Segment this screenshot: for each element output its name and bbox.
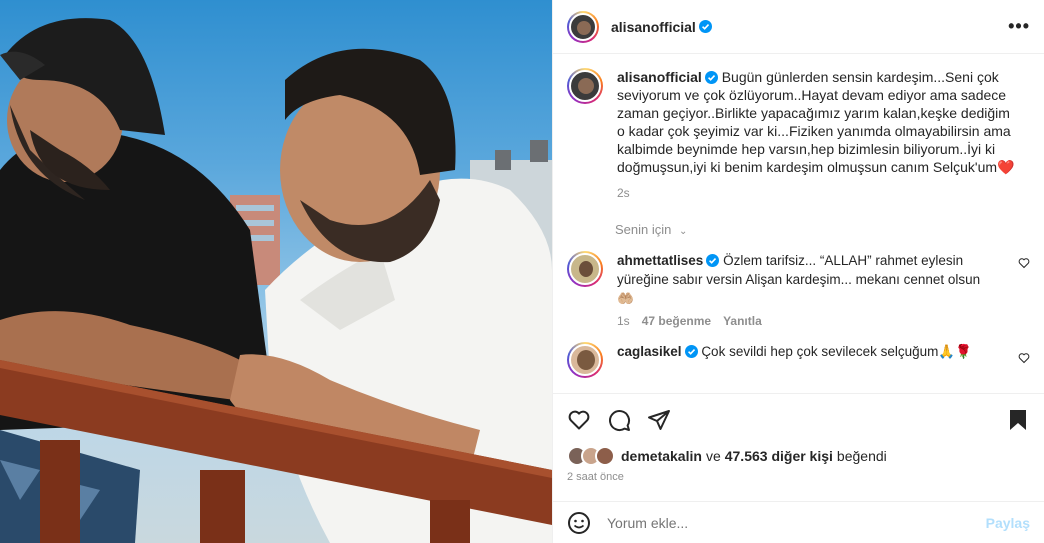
comment-text: Çok sevildi hep çok sevilecek selçuğum [701, 344, 939, 359]
emoji-smiley-icon[interactable] [567, 511, 591, 535]
post-actions-bar [553, 393, 1044, 445]
chevron-down-icon: ⌄ [679, 226, 688, 237]
like-comment-heart-icon[interactable] [1018, 257, 1030, 269]
more-options-icon[interactable]: ••• [1008, 16, 1030, 37]
liker-username[interactable]: demetakalin [621, 448, 702, 464]
author-avatar[interactable] [567, 10, 599, 43]
comment-bubble-icon[interactable] [607, 408, 631, 432]
caption-meta: 2s [617, 186, 1017, 200]
liker-avatar [595, 446, 615, 466]
comment-filter-label: Senin için [615, 222, 672, 237]
share-send-icon[interactable] [647, 408, 671, 432]
post-comment-button[interactable]: Paylaş [986, 515, 1030, 531]
commenter-username[interactable]: ahmettatlises [617, 253, 703, 268]
post-photo[interactable] [0, 0, 552, 543]
post-header: alisanofficial ••• [553, 0, 1044, 54]
comment-item: caglasikel Çok sevildi hep çok sevilecek… [567, 342, 1030, 378]
comment-emoji: 🙏🌹 [938, 344, 973, 359]
commenter-avatar[interactable] [567, 342, 603, 378]
add-comment-bar: Paylaş [553, 501, 1044, 543]
comment-meta: 1s 47 beğenme Yanıtla [617, 314, 1002, 328]
liker-avatars [567, 446, 615, 466]
caption-username[interactable]: alisanofficial [617, 69, 702, 85]
comment-item: ahmettatlises Özlem tarifsiz... “ALLAH” … [567, 251, 1030, 328]
comments-scroll-area[interactable]: alisanofficial Bugün günlerden sensin ka… [553, 54, 1044, 393]
like-comment-heart-icon[interactable] [1018, 352, 1030, 364]
likes-summary: demetakalin ve 47.563 diğer kişi beğendi [553, 445, 1044, 467]
comment-emoji: 🤲🏼 [617, 291, 634, 306]
bookmark-save-icon[interactable] [1006, 408, 1030, 432]
likes-others-count[interactable]: 47.563 diğer kişi [725, 448, 833, 464]
likes-suffix: beğendi [836, 448, 887, 464]
verified-badge-icon [706, 254, 720, 267]
commenter-username[interactable]: caglasikel [617, 344, 682, 359]
verified-badge-icon [684, 345, 698, 358]
likes-connector: ve [705, 448, 721, 464]
comment-likes[interactable]: 47 beğenme [642, 314, 711, 328]
reply-button[interactable]: Yanıtla [723, 314, 762, 328]
photo-illustration [0, 18, 552, 543]
verified-badge-icon [704, 71, 718, 84]
author-username[interactable]: alisanofficial [611, 19, 696, 35]
caption-author-avatar[interactable] [567, 68, 603, 104]
red-heart-emoji: ❤️ [997, 159, 1015, 175]
like-heart-icon[interactable] [567, 408, 591, 432]
comment-filter-dropdown[interactable]: Senin için ⌄ [615, 222, 1030, 237]
post-timestamp[interactable]: 2 saat önce [553, 467, 1044, 493]
add-comment-input[interactable] [607, 514, 986, 531]
commenter-avatar[interactable] [567, 251, 603, 287]
post-side-panel: alisanofficial ••• alisanofficial Bugün … [552, 0, 1044, 543]
post-caption: alisanofficial Bugün günlerden sensin ka… [567, 68, 1030, 200]
verified-badge-icon [698, 20, 712, 33]
caption-time[interactable]: 2s [617, 186, 630, 200]
comment-time[interactable]: 1s [617, 314, 630, 328]
